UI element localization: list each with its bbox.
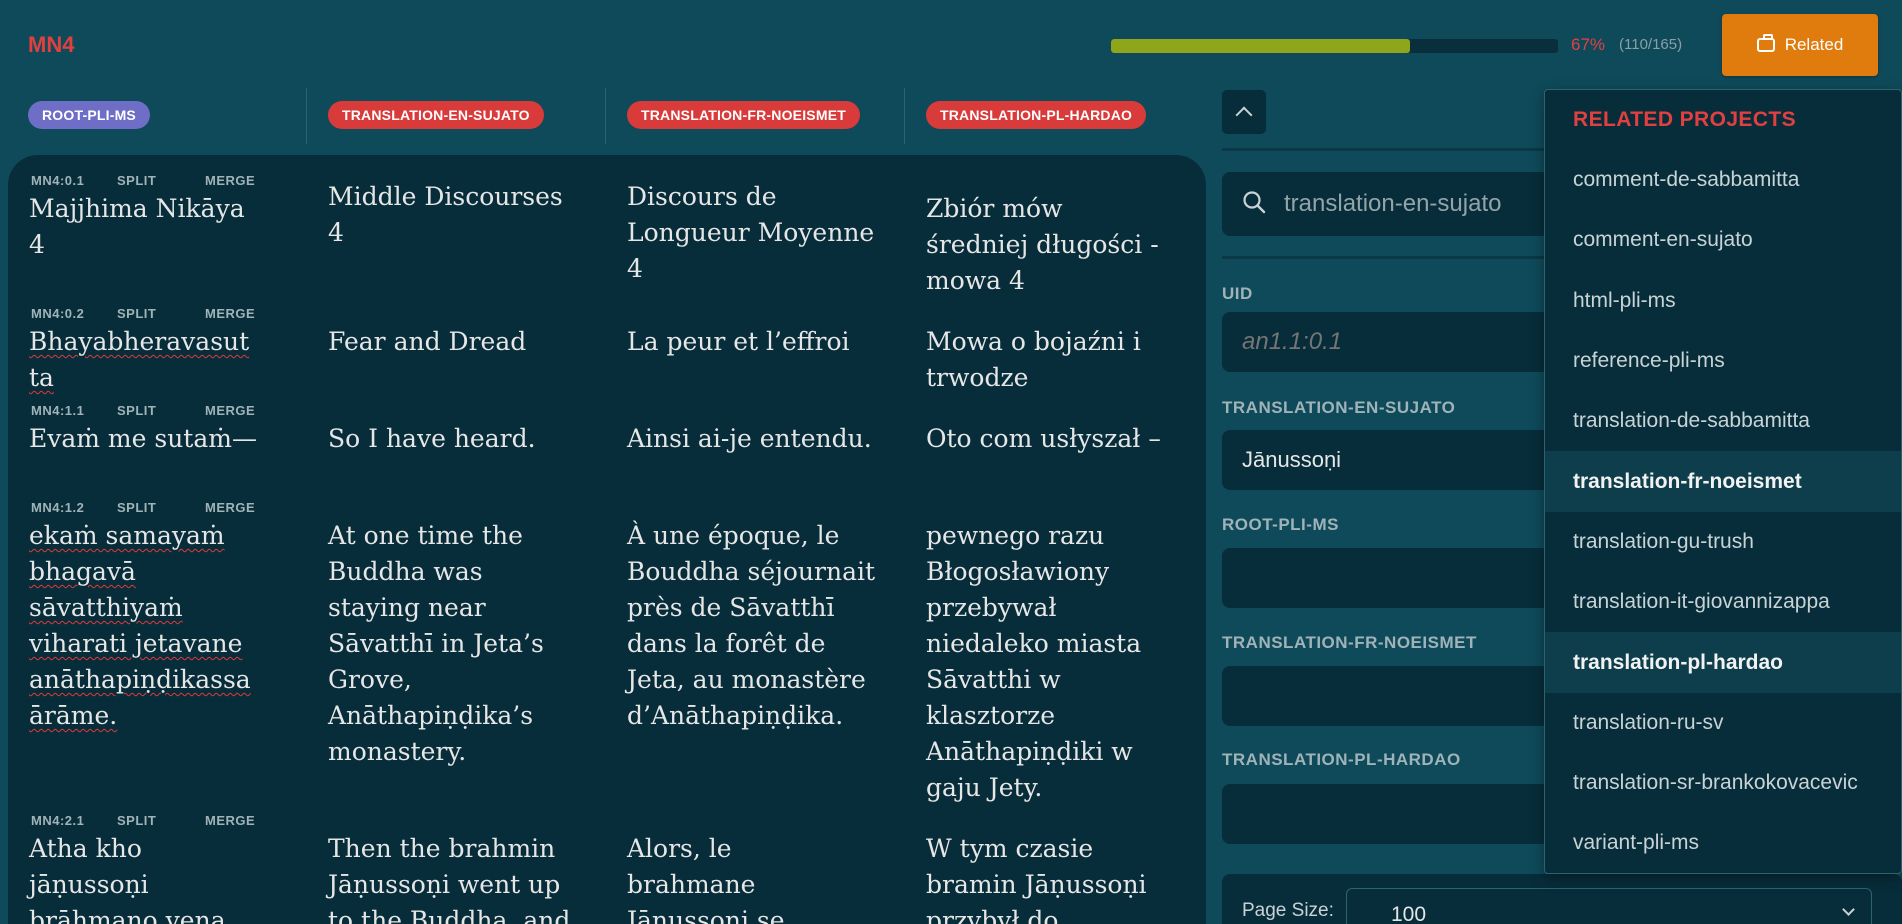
segment-en-text[interactable]: Fear and Dread [328, 324, 578, 360]
scroll-up-button[interactable] [1222, 90, 1266, 134]
column-divider [306, 88, 307, 144]
split-button[interactable]: SPLIT [117, 500, 205, 515]
search-icon [1243, 191, 1266, 214]
segment-meta: MN4:0.2 SPLIT MERGE [31, 306, 255, 321]
segment-root-text[interactable]: Evaṁ me sutaṁ— [29, 421, 259, 457]
segment-meta: MN4:2.1 SPLIT MERGE [31, 813, 255, 828]
page-size-label: Page Size: [1242, 900, 1334, 921]
segment-en-text[interactable]: At one time the Buddha was staying near … [328, 518, 578, 770]
segment-pl-text[interactable]: Zbiór mów średniej długości - mowa 4 [926, 191, 1166, 299]
segment-pl-text[interactable]: W tym czasie bramin Jāṇussoṇi przybył do [926, 831, 1156, 924]
related-project-item[interactable]: translation-pl-hardao [1545, 632, 1901, 693]
segment-en-text[interactable]: Middle Discourses 4 [328, 179, 578, 251]
field-label-root: ROOT-PLI-MS [1222, 515, 1339, 534]
merge-button[interactable]: MERGE [205, 403, 255, 418]
column-divider [904, 88, 905, 144]
related-project-item[interactable]: translation-fr-noeismet [1545, 451, 1901, 512]
related-projects-menu: RELATED PROJECTS comment-de-sabbamitta co… [1544, 89, 1902, 874]
related-button[interactable]: Related [1722, 14, 1878, 76]
segment-uid: MN4:0.2 [31, 306, 85, 321]
page-size-control: Page Size: 100 [1222, 874, 1902, 924]
related-project-item[interactable]: reference-pli-ms [1545, 331, 1901, 391]
segment-fr-text[interactable]: Ainsi ai-je entendu. [627, 421, 877, 457]
progress-bar-fill [1111, 39, 1411, 53]
segment-root-text[interactable]: Atha kho jāṇussoṇi brāhmaṇo yena [29, 831, 229, 924]
related-project-item[interactable]: translation-sr-brankokovacevic [1545, 753, 1901, 813]
related-projects-title: RELATED PROJECTS [1573, 108, 1797, 131]
progress-bar [1111, 39, 1558, 53]
field-label-pl: TRANSLATION-PL-HARDAO [1222, 750, 1461, 769]
related-project-item[interactable]: translation-ru-sv [1545, 693, 1901, 753]
segment-root-text[interactable]: Bhayabheravasutta [29, 324, 254, 396]
field-label-en: TRANSLATION-EN-SUJATO [1222, 398, 1456, 417]
related-button-label: Related [1784, 35, 1844, 54]
column-pill-fr[interactable]: TRANSLATION-FR-NOEISMET [627, 101, 860, 129]
column-pill-en[interactable]: TRANSLATION-EN-SUJATO [328, 101, 544, 129]
progress-percent: 67% [1571, 35, 1606, 54]
column-pill-root[interactable]: ROOT-PLI-MS [28, 101, 150, 129]
segment-fr-text[interactable]: La peur et l’effroi [627, 324, 877, 360]
page-size-value: 100 [1391, 903, 1427, 924]
briefcase-icon [1756, 34, 1775, 52]
column-header-en: TRANSLATION-EN-SUJATO [328, 88, 544, 142]
segment-fr-text[interactable]: À une époque, le Bouddha séjournait près… [627, 518, 877, 734]
segment-en-text[interactable]: Then the brahmin Jāṇussoṇi went up to th… [328, 831, 578, 924]
page-title: MN4 [28, 32, 75, 57]
related-project-item[interactable]: comment-de-sabbamitta [1545, 150, 1901, 210]
split-button[interactable]: SPLIT [117, 813, 205, 828]
merge-button[interactable]: MERGE [205, 306, 255, 321]
related-project-item[interactable]: translation-de-sabbamitta [1545, 391, 1901, 451]
segment-uid: MN4:0.1 [31, 173, 85, 188]
progress-count: (110/165) [1619, 36, 1683, 53]
split-button[interactable]: SPLIT [117, 306, 205, 321]
uid-label: UID [1222, 284, 1253, 303]
segment-root-text[interactable]: ekaṁ samayaṁ bhagavā sāvatthiyaṁ viharat… [29, 518, 259, 734]
segment-uid: MN4:2.1 [31, 813, 85, 828]
column-pill-pl[interactable]: TRANSLATION-PL-HARDAO [926, 101, 1147, 129]
page-size-select[interactable]: 100 [1346, 888, 1872, 924]
merge-button[interactable]: MERGE [205, 500, 255, 515]
column-header-root: ROOT-PLI-MS [28, 88, 150, 142]
segment-meta: MN4:0.1 SPLIT MERGE [31, 173, 255, 188]
field-label-fr: TRANSLATION-FR-NOEISMET [1222, 633, 1477, 652]
related-project-item[interactable]: html-pli-ms [1545, 271, 1901, 331]
related-projects-list: comment-de-sabbamitta comment-en-sujato ht… [1545, 150, 1901, 874]
segment-pl-text[interactable]: Mowa o bojaźni i trwodze [926, 324, 1166, 396]
split-button[interactable]: SPLIT [117, 173, 205, 188]
segment-fr-text[interactable]: Alors, le brahmane Jāṇussoṇi se [627, 831, 827, 924]
segment-en-text[interactable]: So I have heard. [328, 421, 578, 457]
segment-meta: MN4:1.2 SPLIT MERGE [31, 500, 255, 515]
segments-table: MN4:0.1 SPLIT MERGE Majjhima Nikāya 4 Mi… [8, 155, 1206, 924]
column-divider [605, 88, 606, 144]
related-project-item[interactable]: variant-pli-ms [1545, 813, 1901, 873]
segment-uid: MN4:1.1 [31, 403, 85, 418]
related-project-item[interactable]: translation-it-giovannizappa [1545, 572, 1901, 632]
segment-pl-text[interactable]: Oto com usłyszał – [926, 421, 1166, 457]
segment-uid: MN4:1.2 [31, 500, 85, 515]
chevron-down-icon [1842, 903, 1855, 916]
segment-root-text[interactable]: Majjhima Nikāya 4 [29, 191, 259, 263]
segment-fr-text[interactable]: Discours de Longueur Moyenne 4 [627, 179, 877, 287]
merge-button[interactable]: MERGE [205, 173, 255, 188]
column-header-fr: TRANSLATION-FR-NOEISMET [627, 88, 860, 142]
column-header-pl: TRANSLATION-PL-HARDAO [926, 88, 1147, 142]
top-bar: MN4 67% (110/165) Related [0, 0, 1902, 90]
merge-button[interactable]: MERGE [205, 813, 255, 828]
related-project-item[interactable]: translation-gu-trush [1545, 512, 1901, 572]
segment-meta: MN4:1.1 SPLIT MERGE [31, 403, 255, 418]
segment-pl-text[interactable]: pewnego razu Błogosławiony przebywał nie… [926, 518, 1166, 806]
split-button[interactable]: SPLIT [117, 403, 205, 418]
related-project-item[interactable]: comment-en-sujato [1545, 210, 1901, 270]
chevron-up-icon [1235, 106, 1253, 124]
